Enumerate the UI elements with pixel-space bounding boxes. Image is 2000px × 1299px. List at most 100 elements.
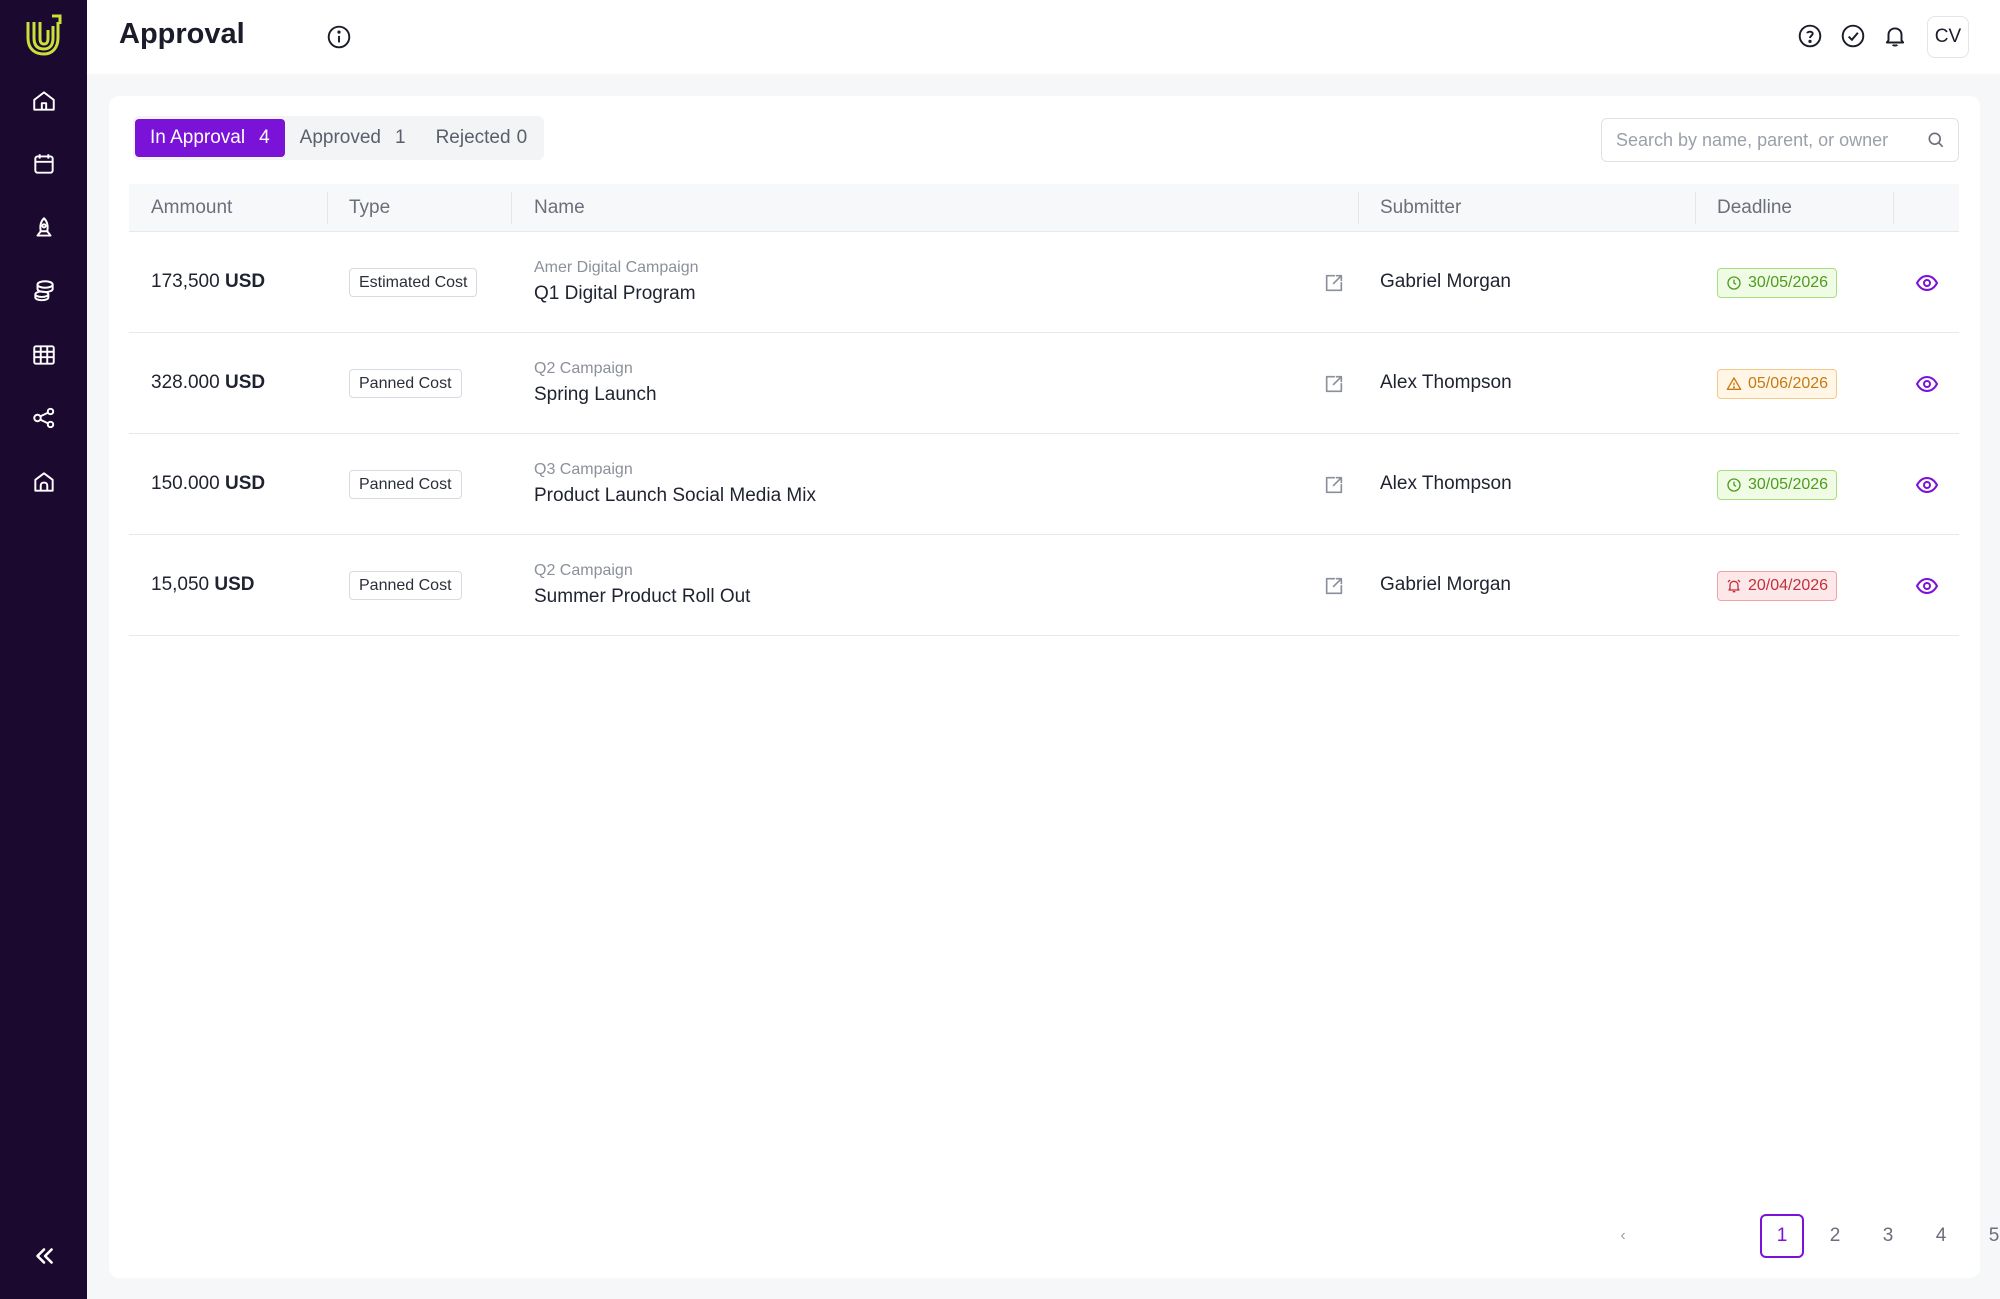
external-link-icon[interactable] xyxy=(1323,474,1345,496)
column-divider xyxy=(327,192,328,224)
column-divider xyxy=(1695,192,1696,224)
search-input[interactable] xyxy=(1616,119,1916,161)
double-chevron-left-icon xyxy=(36,1248,53,1264)
table-row[interactable]: 150.000 USD Panned Cost Q3 Campaign Prod… xyxy=(129,435,1959,535)
amount-cell: 15,050 USD xyxy=(151,574,255,595)
item-name[interactable]: Spring Launch xyxy=(534,384,657,406)
page-title: Approval xyxy=(119,18,245,50)
column-label: Ammount xyxy=(151,197,233,218)
parent-campaign: Q3 Campaign xyxy=(534,461,633,478)
store-icon xyxy=(34,472,54,492)
collapse-sidebar-button[interactable] xyxy=(22,1234,66,1278)
search-icon[interactable] xyxy=(1926,130,1946,150)
column-divider xyxy=(1893,192,1894,224)
external-link-icon[interactable] xyxy=(1323,373,1345,395)
sidebar-item-workflow[interactable] xyxy=(22,396,66,440)
deadline-badge: 05/06/2026 xyxy=(1717,369,1838,399)
column-header-name[interactable]: Name xyxy=(534,184,585,232)
tab-approved[interactable]: Approved 1 xyxy=(285,119,421,157)
share-nodes-icon xyxy=(33,407,55,429)
tab-label: Rejected xyxy=(435,127,511,148)
eye-icon[interactable] xyxy=(1915,473,1939,497)
approval-card: In Approval 4 Approved 1 Rejected 0 Ammo… xyxy=(109,96,1999,1278)
search-box xyxy=(1601,118,1959,162)
alarm-icon xyxy=(1727,579,1741,593)
tab-label: Approved xyxy=(299,127,381,148)
tab-label: In Approval xyxy=(150,127,246,148)
parent-campaign: Amer Digital Campaign xyxy=(534,259,699,276)
column-header-submitter[interactable]: Submitter xyxy=(1380,184,1461,232)
table-row[interactable]: 173,500 USD Estimated Cost Amer Digital … xyxy=(129,233,1959,333)
home-icon xyxy=(33,91,55,111)
column-divider xyxy=(511,192,512,224)
clock-icon xyxy=(1727,478,1741,492)
help-icon xyxy=(1798,24,1822,48)
column-header-deadline[interactable]: Deadline xyxy=(1717,184,1792,232)
submitter-name: Alex Thompson xyxy=(1380,372,1512,393)
sidebar-item-table[interactable] xyxy=(22,333,66,377)
page-button-1[interactable]: 1 xyxy=(1760,1214,1804,1258)
deadline-badge: 30/05/2026 xyxy=(1717,268,1838,298)
sidebar-item-calendar[interactable] xyxy=(22,142,66,186)
deadline-badge: 30/05/2026 xyxy=(1717,470,1838,500)
submitter-name: Gabriel Morgan xyxy=(1380,574,1511,595)
column-divider xyxy=(1358,192,1359,224)
user-avatar[interactable]: CV xyxy=(1927,16,1969,58)
sidebar-item-store[interactable] xyxy=(22,460,66,504)
parent-campaign: Q2 Campaign xyxy=(534,562,633,579)
prev-page-button[interactable]: ‹ xyxy=(1601,1214,1645,1258)
tab-count: 0 xyxy=(516,127,528,148)
page-button-2[interactable]: 2 xyxy=(1813,1214,1857,1258)
column-header-type[interactable]: Type xyxy=(349,184,390,232)
amount-cell: 173,500 USD xyxy=(151,271,266,292)
submitter-name: Gabriel Morgan xyxy=(1380,271,1511,292)
tasks-button[interactable] xyxy=(1839,22,1867,50)
check-circle-icon xyxy=(1841,24,1865,48)
eye-icon[interactable] xyxy=(1915,271,1939,295)
type-badge: Panned Cost xyxy=(349,571,462,600)
item-name[interactable]: Summer Product Roll Out xyxy=(534,586,750,608)
clock-icon xyxy=(1727,276,1741,290)
tab-count: 1 xyxy=(395,127,406,148)
tab-count: 4 xyxy=(259,127,270,148)
item-name[interactable]: Q1 Digital Program xyxy=(534,283,696,305)
app-logo-icon[interactable] xyxy=(22,12,66,58)
bell-icon xyxy=(1885,27,1905,47)
help-button[interactable] xyxy=(1796,22,1824,50)
eye-icon[interactable] xyxy=(1915,574,1939,598)
coins-icon xyxy=(34,280,54,302)
column-label: Name xyxy=(534,197,585,218)
amount-cell: 150.000 USD xyxy=(151,473,266,494)
column-header-amount[interactable]: Ammount xyxy=(151,184,232,232)
grid-table-icon xyxy=(33,345,55,365)
info-icon[interactable] xyxy=(326,24,352,50)
type-badge: Panned Cost xyxy=(349,470,462,499)
table-row[interactable]: 328.000 USD Panned Cost Q2 Campaign Spri… xyxy=(129,334,1959,434)
external-link-icon[interactable] xyxy=(1323,272,1345,294)
table-header: Ammount Type Name Submitter Deadline xyxy=(129,184,1959,232)
sidebar xyxy=(0,0,87,1299)
amount-cell: 328.000 USD xyxy=(151,372,266,393)
sidebar-item-budget[interactable] xyxy=(22,269,66,313)
external-link-icon[interactable] xyxy=(1323,575,1345,597)
table-row[interactable]: 15,050 USD Panned Cost Q2 Campaign Summe… xyxy=(129,536,1959,636)
item-name[interactable]: Product Launch Social Media Mix xyxy=(534,485,816,507)
tab-in-approval[interactable]: In Approval 4 xyxy=(135,119,285,157)
column-label: Submitter xyxy=(1380,197,1462,218)
notifications-button[interactable] xyxy=(1881,22,1909,50)
type-badge: Panned Cost xyxy=(349,369,462,398)
top-header: Approval CV xyxy=(87,0,2000,74)
type-badge: Estimated Cost xyxy=(349,268,478,297)
column-label: Type xyxy=(349,197,391,218)
sidebar-item-home[interactable] xyxy=(22,79,66,123)
deadline-badge: 20/04/2026 xyxy=(1717,571,1838,601)
calendar-icon xyxy=(34,154,54,174)
page-button-3[interactable]: 3 xyxy=(1866,1214,1910,1258)
tab-rejected[interactable]: Rejected 0 xyxy=(421,119,543,157)
page-button-5[interactable]: 5 xyxy=(1972,1214,2000,1258)
sidebar-item-launch[interactable] xyxy=(22,206,66,250)
rocket-icon xyxy=(36,217,52,237)
submitter-name: Alex Thompson xyxy=(1380,473,1512,494)
page-button-4[interactable]: 4 xyxy=(1919,1214,1963,1258)
eye-icon[interactable] xyxy=(1915,372,1939,396)
